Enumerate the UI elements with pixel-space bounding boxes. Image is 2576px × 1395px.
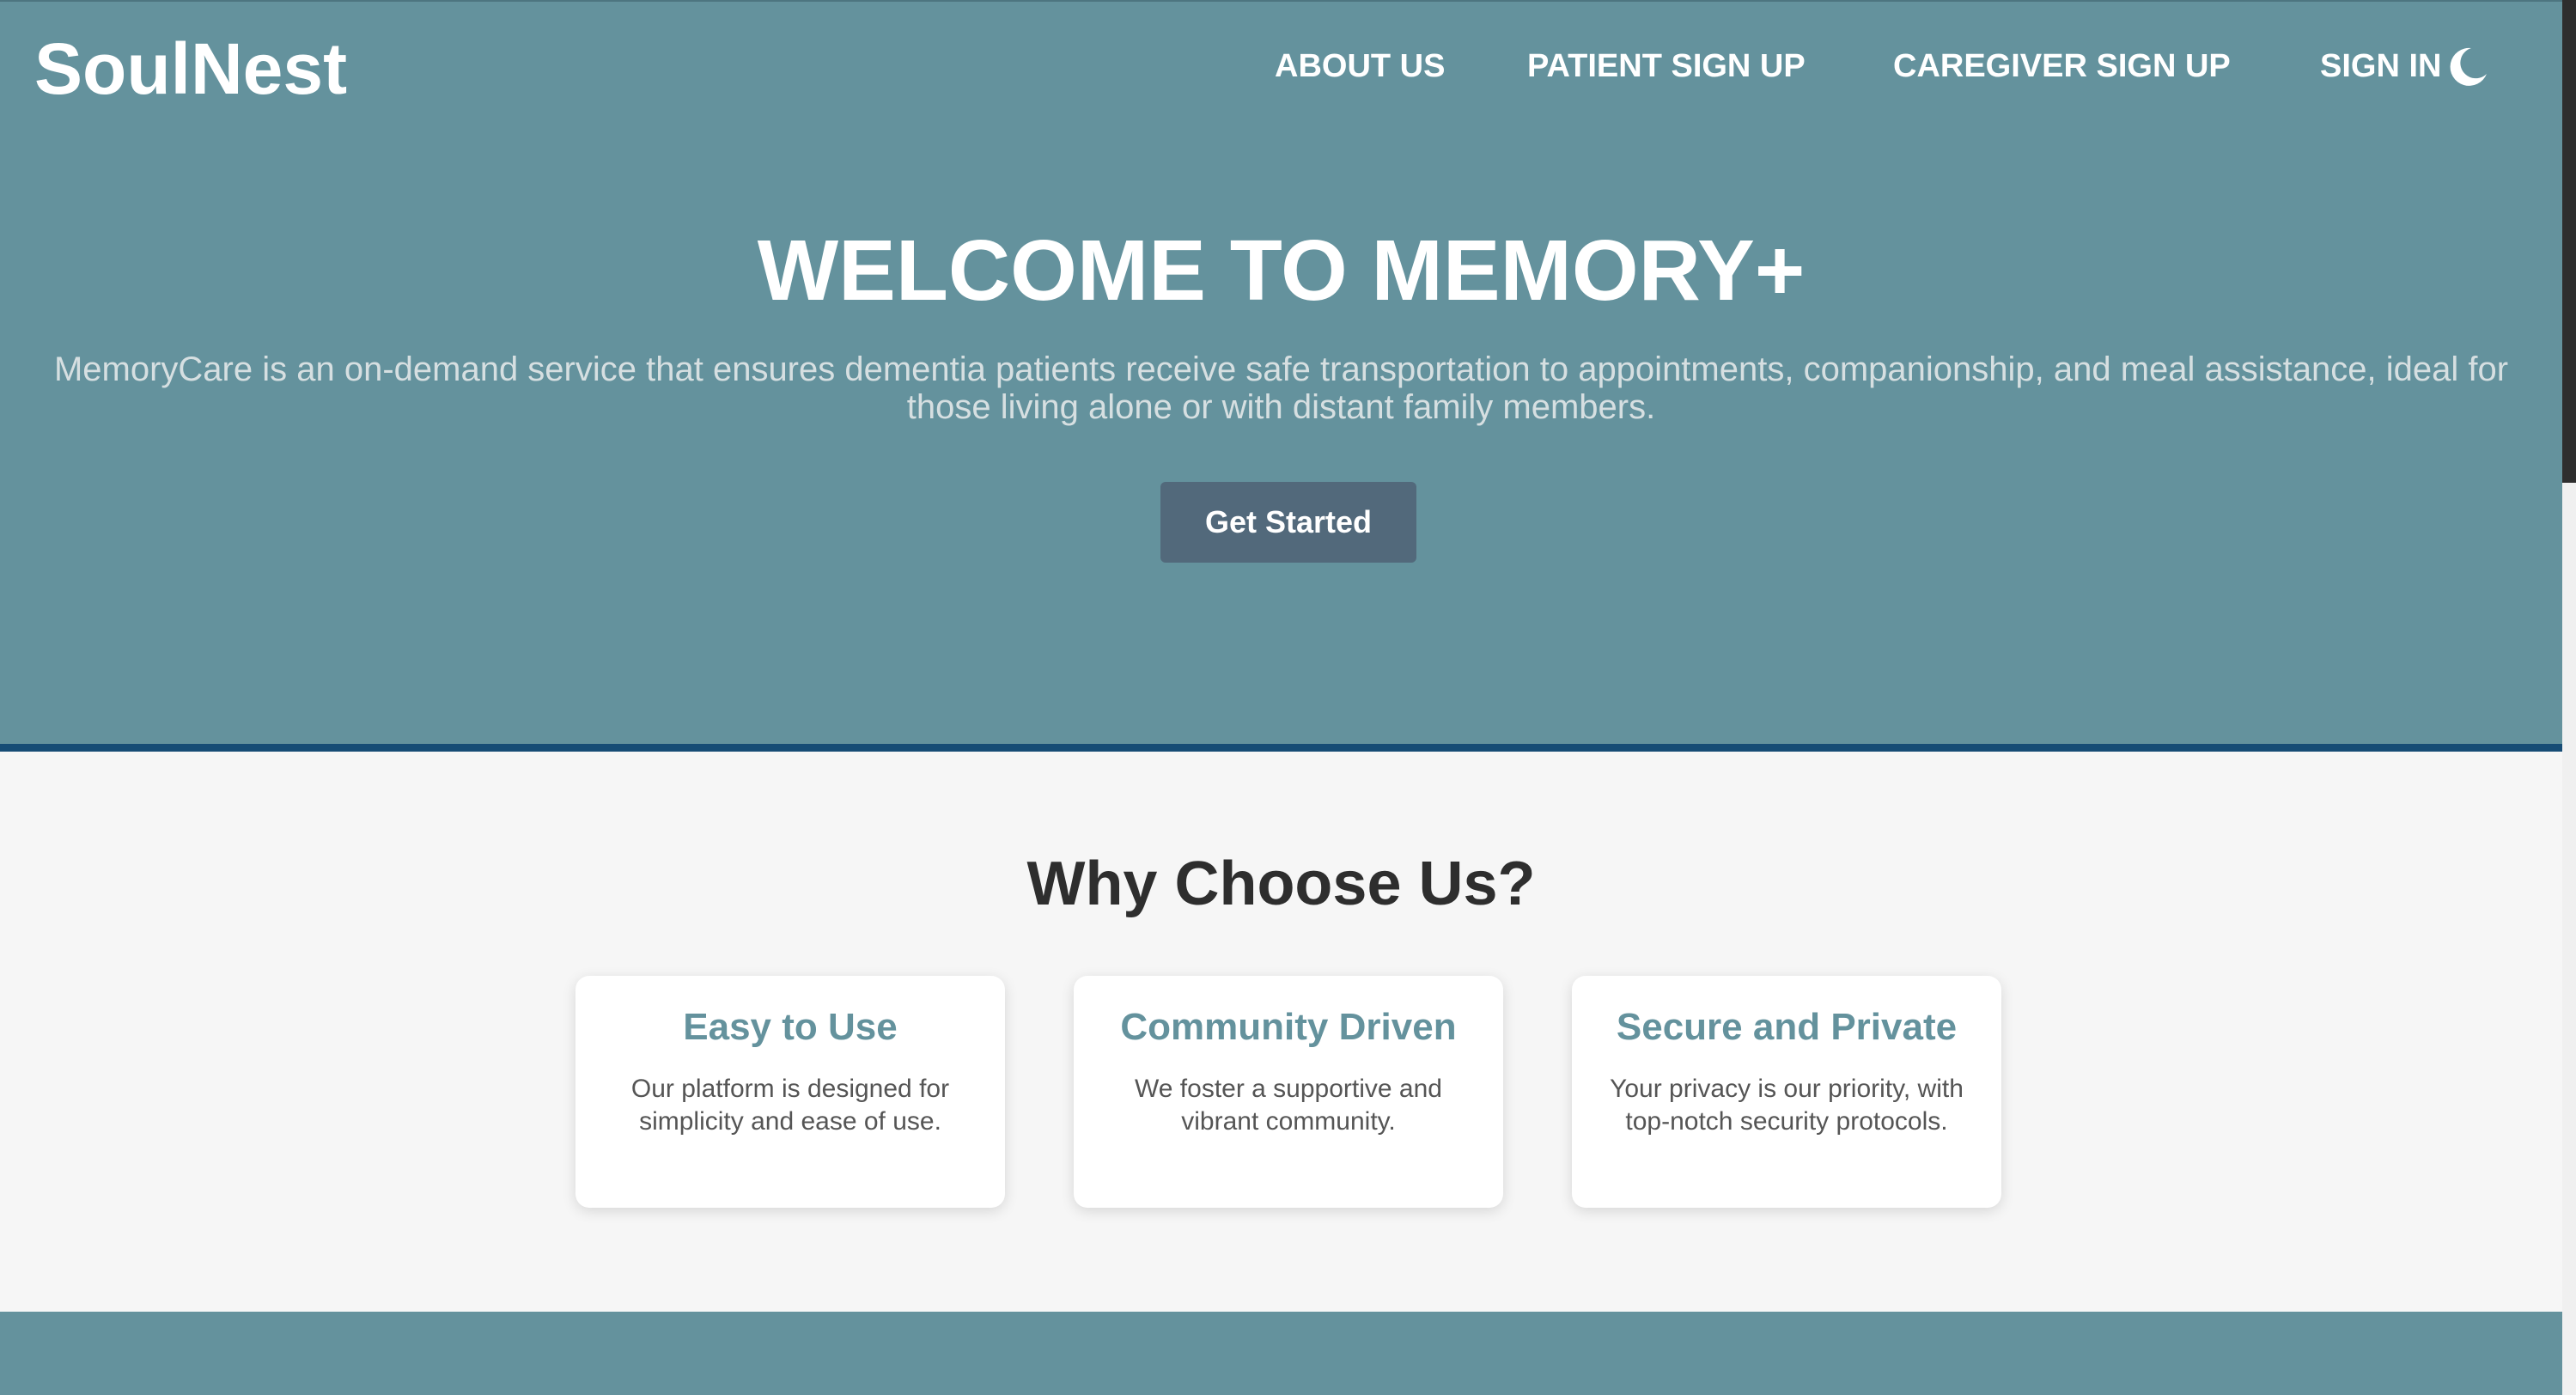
feature-card-title: Easy to Use <box>683 1006 898 1048</box>
nav-about-us[interactable]: ABOUT US <box>1275 45 1445 88</box>
scrollbar-thumb[interactable] <box>2562 0 2576 483</box>
page: SoulNest ABOUT US PATIENT SIGN UP CAREGI… <box>0 0 2576 1395</box>
feature-card-easy-to-use: Easy to Use Our platform is designed for… <box>575 976 1005 1208</box>
feature-card-text: Our platform is designed for simplicity … <box>630 1075 950 1136</box>
hero-title: WELCOME TO MEMORY+ <box>757 222 1806 319</box>
feature-card-title: Community Driven <box>1120 1006 1457 1048</box>
nav-patient-sign-up[interactable]: PATIENT SIGN UP <box>1527 45 1806 88</box>
get-started-button[interactable]: Get Started <box>1160 482 1416 563</box>
theme-toggle-button[interactable] <box>2444 43 2492 91</box>
feature-card-text: We foster a supportive and vibrant commu… <box>1135 1075 1442 1136</box>
feature-card-secure-and-private: Secure and Private Your privacy is our p… <box>1572 976 2001 1208</box>
hero-description: MemoryCare is an on-demand service that … <box>53 350 2509 426</box>
nav-caregiver-sign-up[interactable]: CAREGIVER SIGN UP <box>1893 45 2231 88</box>
nav-sign-in[interactable]: SIGN IN <box>2320 45 2441 88</box>
site-logo[interactable]: SoulNest <box>34 26 347 112</box>
moon-icon <box>2450 47 2487 86</box>
feature-card-title: Secure and Private <box>1616 1006 1958 1048</box>
features-title: Why Choose Us? <box>1026 850 1536 918</box>
feature-card-community-driven: Community Driven We foster a supportive … <box>1074 976 1503 1208</box>
footer-section <box>0 1312 2562 1395</box>
hero-divider <box>0 744 2562 752</box>
top-border <box>0 0 2562 2</box>
feature-card-text: Your privacy is our priority, with top-n… <box>1610 1075 1964 1136</box>
